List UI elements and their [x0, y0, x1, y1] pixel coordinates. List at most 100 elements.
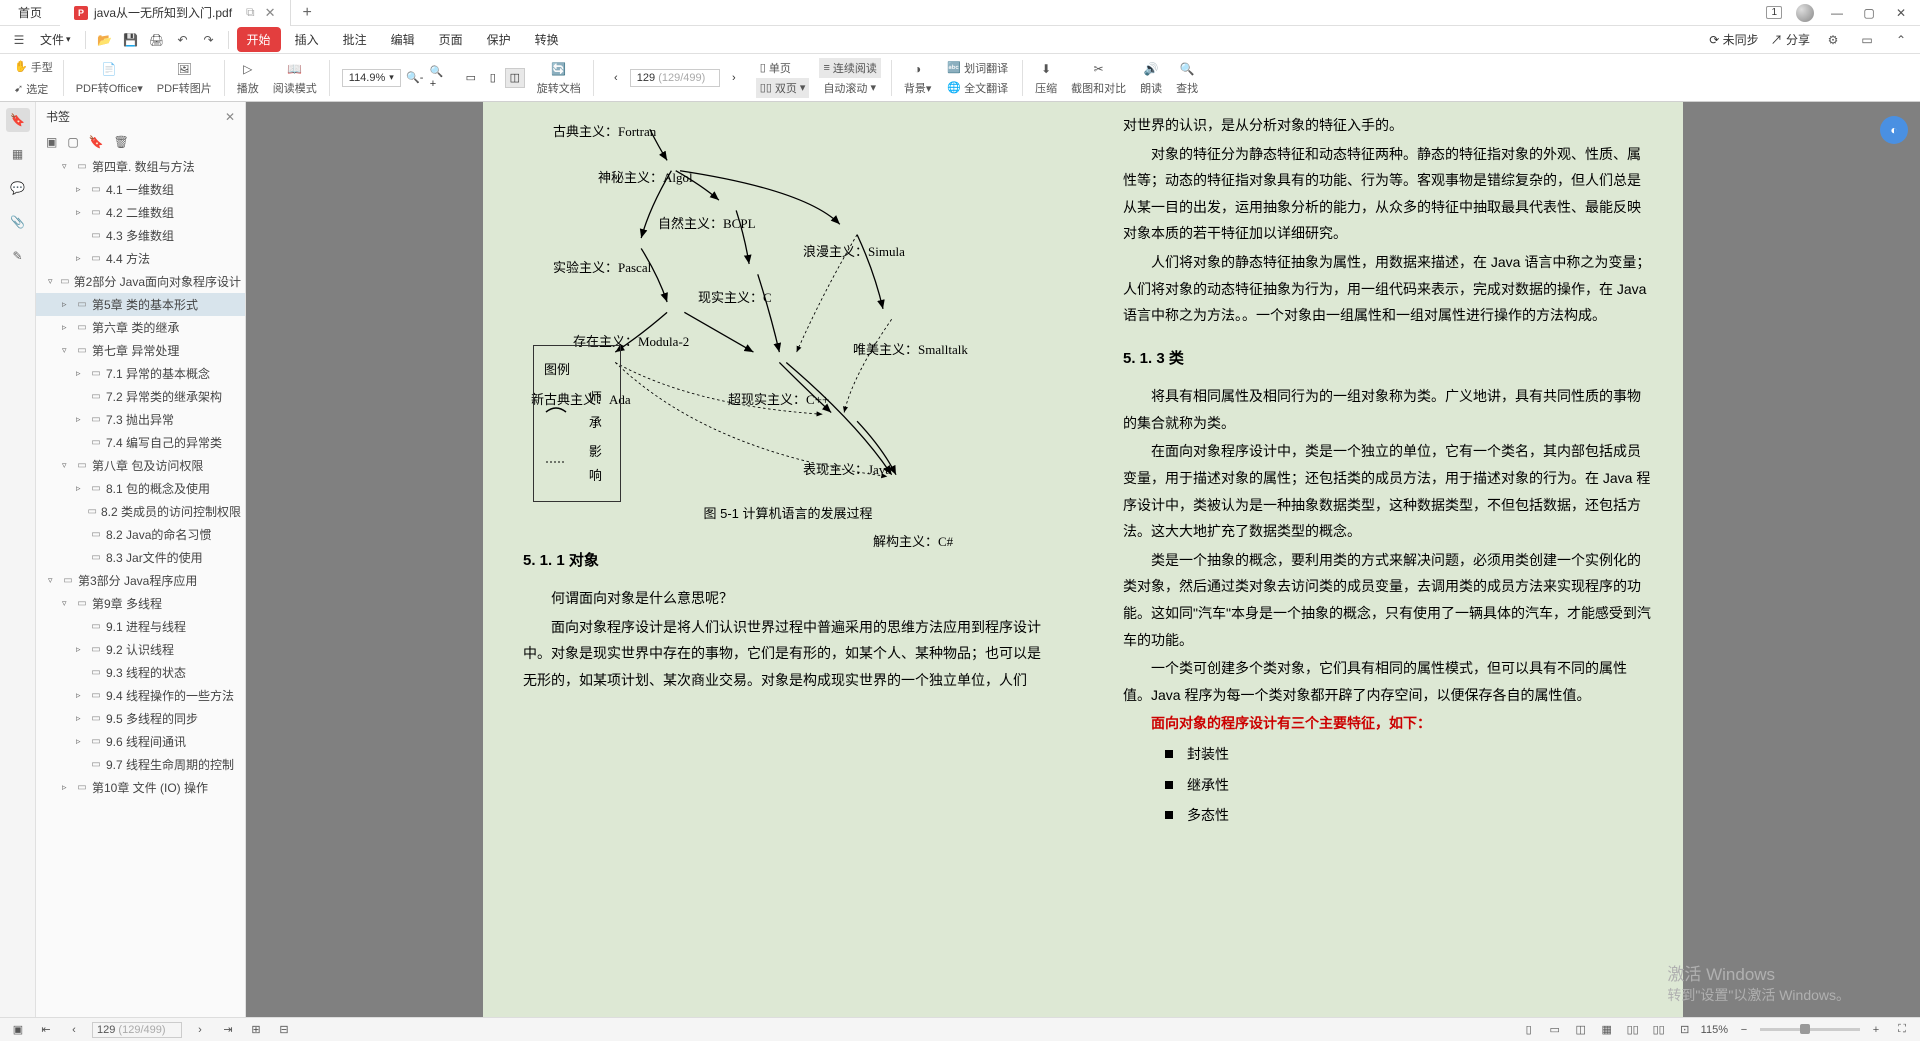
fit-auto-icon[interactable]: ◫	[505, 68, 525, 88]
bm-tool-2[interactable]: ▢	[67, 135, 78, 149]
zoom-in-icon[interactable]: 🔍+	[429, 68, 449, 88]
close-tab-icon[interactable]: ✕	[265, 5, 276, 21]
bookmark-item[interactable]: ▿▭第9章 多线程	[36, 592, 245, 615]
bm-tool-4[interactable]: 🗑	[114, 135, 129, 149]
continuous-read[interactable]: ≡ 连续阅读	[819, 58, 880, 78]
fit-width-icon[interactable]: ▭	[461, 68, 481, 88]
floating-helper-icon[interactable]: ◐	[1880, 116, 1908, 144]
sb-view1-icon[interactable]: ▯	[1519, 1020, 1539, 1040]
fit-page-icon[interactable]: ▯	[483, 68, 503, 88]
sb-zoom-slider[interactable]	[1760, 1028, 1860, 1031]
document-viewport[interactable]: ◐	[246, 102, 1920, 1017]
redo-icon[interactable]: ↷	[198, 29, 220, 51]
read-mode[interactable]: 📖阅读模式	[267, 59, 323, 96]
bookmark-item[interactable]: ▿▭第八章 包及访问权限	[36, 454, 245, 477]
bookmark-item[interactable]: ▭9.1 进程与线程	[36, 615, 245, 638]
sync-status[interactable]: ⟳ 未同步	[1709, 31, 1758, 48]
bookmark-item[interactable]: ▹▭7.3 抛出异常	[36, 408, 245, 431]
home-tab[interactable]: 首页	[0, 0, 60, 26]
full-translate[interactable]: 🌐 全文翻译	[943, 78, 1012, 98]
notification-badge[interactable]: 1	[1766, 6, 1782, 19]
attachment-icon[interactable]: 📎	[6, 210, 30, 234]
undo-icon[interactable]: ↶	[172, 29, 194, 51]
rotate-doc[interactable]: 🔄旋转文档	[531, 59, 587, 96]
bookmark-item[interactable]: ▭8.3 Jar文件的使用	[36, 546, 245, 569]
external-icon[interactable]: ⧉	[246, 5, 255, 20]
hamburger-icon[interactable]: ☰	[8, 29, 30, 51]
bookmark-item[interactable]: ▭9.3 线程的状态	[36, 661, 245, 684]
sb-panel-icon[interactable]: ▣	[8, 1020, 28, 1040]
close-window-icon[interactable]: ✕	[1892, 4, 1910, 22]
settings-icon[interactable]: ⚙	[1822, 29, 1844, 51]
double-page[interactable]: ▯▯ 双页▾	[756, 78, 810, 98]
sb-zoom-out-icon[interactable]: −	[1734, 1020, 1754, 1040]
save-icon[interactable]: 💾	[120, 29, 142, 51]
sb-remove-icon[interactable]: ⊟	[274, 1020, 294, 1040]
bookmark-item[interactable]: ▭9.7 线程生命周期的控制	[36, 753, 245, 776]
close-panel-icon[interactable]: ✕	[225, 110, 235, 124]
tab-annotate[interactable]: 批注	[333, 27, 377, 52]
sb-fullscreen-icon[interactable]: ⛶	[1892, 1020, 1912, 1040]
tab-insert[interactable]: 插入	[285, 27, 329, 52]
maximize-icon[interactable]: ▢	[1860, 4, 1878, 22]
bookmark-item[interactable]: ▹▭第10章 文件 (IO) 操作	[36, 776, 245, 799]
auto-scroll[interactable]: 自动滚动▾	[819, 78, 880, 98]
bookmark-item[interactable]: ▹▭9.2 认识线程	[36, 638, 245, 661]
new-tab-button[interactable]: +	[291, 4, 324, 22]
pdf-to-office[interactable]: 📄PDF转Office▾	[70, 59, 149, 96]
tab-start[interactable]: 开始	[237, 27, 281, 52]
bookmark-item[interactable]: ▿▭第四章. 数组与方法	[36, 155, 245, 178]
bookmark-item[interactable]: ▹▭第5章 类的基本形式	[36, 293, 245, 316]
sb-last-page-icon[interactable]: ⇥	[218, 1020, 238, 1040]
bm-tool-3[interactable]: 🔖	[89, 135, 104, 149]
sb-prev-page-icon[interactable]: ‹	[64, 1020, 84, 1040]
page-input[interactable]: 129 (129/499)	[630, 69, 720, 87]
tab-protect[interactable]: 保护	[477, 27, 521, 52]
sb-view7-icon[interactable]: ⊡	[1675, 1020, 1695, 1040]
share-button[interactable]: ↗ 分享	[1771, 31, 1810, 48]
print-icon[interactable]: 🖨	[146, 29, 168, 51]
bookmark-item[interactable]: ▹▭9.5 多线程的同步	[36, 707, 245, 730]
skin-icon[interactable]: ▭	[1856, 29, 1878, 51]
prev-page-icon[interactable]: ‹	[606, 68, 626, 88]
bookmark-item[interactable]: ▿▭第2部分 Java面向对象程序设计	[36, 270, 245, 293]
signature-icon[interactable]: ✎	[6, 244, 30, 268]
read-aloud[interactable]: 🔊朗读	[1134, 59, 1168, 96]
tab-edit[interactable]: 编辑	[381, 27, 425, 52]
zoom-input[interactable]: 114.9% ▾	[342, 69, 401, 87]
find[interactable]: 🔍查找	[1170, 59, 1204, 96]
sb-add-icon[interactable]: ⊞	[246, 1020, 266, 1040]
bookmark-item[interactable]: ▹▭7.1 异常的基本概念	[36, 362, 245, 385]
bookmark-item[interactable]: ▭7.4 编写自己的异常类	[36, 431, 245, 454]
file-tab[interactable]: P java从一无所知到入门.pdf ⧉ ✕	[60, 0, 291, 26]
next-page-icon[interactable]: ›	[724, 68, 744, 88]
bookmark-item[interactable]: ▿▭第七章 异常处理	[36, 339, 245, 362]
minimize-icon[interactable]: —	[1828, 4, 1846, 22]
bookmark-item[interactable]: ▹▭第六章 类的继承	[36, 316, 245, 339]
file-menu[interactable]: 文件▾	[34, 31, 77, 48]
bookmark-item[interactable]: ▹▭9.6 线程间通讯	[36, 730, 245, 753]
sb-view5-icon[interactable]: ▯▯	[1623, 1020, 1643, 1040]
bookmark-item[interactable]: ▭8.2 类成员的访问控制权限	[36, 500, 245, 523]
bookmark-item[interactable]: ▹▭8.1 包的概念及使用	[36, 477, 245, 500]
open-icon[interactable]: 📂	[94, 29, 116, 51]
background[interactable]: ◑背景▾	[898, 59, 938, 96]
sb-next-page-icon[interactable]: ›	[190, 1020, 210, 1040]
bookmark-item[interactable]: ▿▭第3部分 Java程序应用	[36, 569, 245, 592]
bookmark-item[interactable]: ▹▭4.2 二维数组	[36, 201, 245, 224]
tab-convert[interactable]: 转换	[525, 27, 569, 52]
sb-view6-icon[interactable]: ▯▯	[1649, 1020, 1669, 1040]
compress[interactable]: ⬇压缩	[1029, 59, 1063, 96]
sb-first-page-icon[interactable]: ⇤	[36, 1020, 56, 1040]
hand-tool[interactable]: ✋ 手型	[14, 56, 53, 78]
avatar-icon[interactable]	[1796, 4, 1814, 22]
screenshot-compare[interactable]: ✂截图和对比	[1065, 59, 1132, 96]
sb-zoom-label[interactable]: 115%	[1701, 1024, 1728, 1036]
bookmark-toggle-icon[interactable]: 🔖	[6, 108, 30, 132]
bookmark-item[interactable]: ▹▭9.4 线程操作的一些方法	[36, 684, 245, 707]
bookmark-item[interactable]: ▭8.2 Java的命名习惯	[36, 523, 245, 546]
tab-page[interactable]: 页面	[429, 27, 473, 52]
play-button[interactable]: ▷播放	[231, 59, 265, 96]
bookmark-item[interactable]: ▭4.3 多维数组	[36, 224, 245, 247]
bookmark-item[interactable]: ▹▭4.1 一维数组	[36, 178, 245, 201]
